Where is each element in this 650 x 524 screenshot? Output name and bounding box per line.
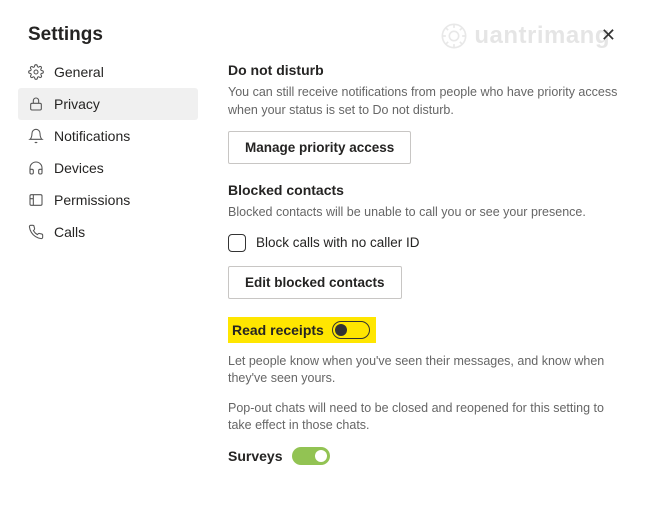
permissions-icon xyxy=(28,192,44,208)
sidebar-item-label: Calls xyxy=(54,224,85,240)
sidebar-item-label: Permissions xyxy=(54,192,130,208)
sidebar-item-label: General xyxy=(54,64,104,80)
blocked-desc: Blocked contacts will be unable to call … xyxy=(228,204,620,222)
sidebar-item-devices[interactable]: Devices xyxy=(18,152,198,184)
surveys-toggle[interactable] xyxy=(292,447,330,465)
read-receipts-toggle[interactable] xyxy=(332,321,370,339)
page-title: Settings xyxy=(28,24,103,46)
close-button[interactable]: ✕ xyxy=(595,24,622,46)
sidebar: General Privacy Notifications Devices Pe xyxy=(18,56,198,465)
read-receipts-desc-1: Let people know when you've seen their m… xyxy=(228,353,620,388)
gear-icon xyxy=(28,64,44,80)
sidebar-item-calls[interactable]: Calls xyxy=(18,216,198,248)
manage-priority-access-button[interactable]: Manage priority access xyxy=(228,131,411,164)
headphones-icon xyxy=(28,160,44,176)
sidebar-item-notifications[interactable]: Notifications xyxy=(18,120,198,152)
sidebar-item-label: Notifications xyxy=(54,128,130,144)
bell-icon xyxy=(28,128,44,144)
read-receipts-desc-2: Pop-out chats will need to be closed and… xyxy=(228,400,620,435)
sidebar-item-privacy[interactable]: Privacy xyxy=(18,88,198,120)
sidebar-item-label: Devices xyxy=(54,160,104,176)
blocked-title: Blocked contacts xyxy=(228,182,620,198)
content-pane: Do not disturb You can still receive not… xyxy=(198,56,650,465)
block-no-caller-id-label: Block calls with no caller ID xyxy=(256,235,420,250)
sidebar-item-permissions[interactable]: Permissions xyxy=(18,184,198,216)
block-no-caller-id-checkbox[interactable] xyxy=(228,234,246,252)
edit-blocked-contacts-button[interactable]: Edit blocked contacts xyxy=(228,266,402,299)
dnd-desc: You can still receive notifications from… xyxy=(228,84,620,119)
surveys-title: Surveys xyxy=(228,448,282,464)
phone-icon xyxy=(28,224,44,240)
close-icon: ✕ xyxy=(601,25,616,45)
read-receipts-title: Read receipts xyxy=(232,322,324,338)
dnd-title: Do not disturb xyxy=(228,62,620,78)
sidebar-item-general[interactable]: General xyxy=(18,56,198,88)
read-receipts-highlight: Read receipts xyxy=(228,317,376,343)
sidebar-item-label: Privacy xyxy=(54,96,100,112)
lock-icon xyxy=(28,96,44,112)
